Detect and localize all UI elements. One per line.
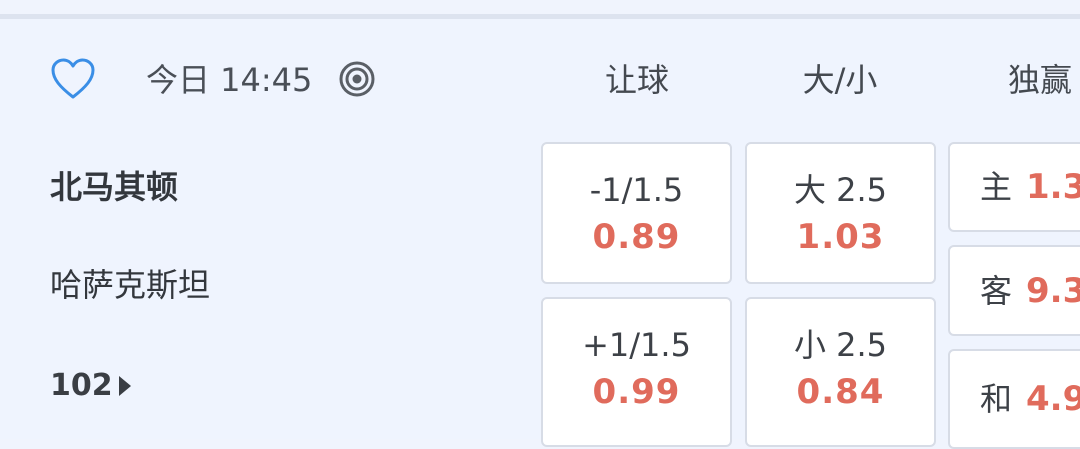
odds-value: 1.03 [796,217,885,257]
more-markets-count: 102 [50,368,113,403]
moneyline-label: 客 [980,271,1013,310]
home-team-name: 北马其顿 [50,168,179,206]
odds-value: 0.99 [592,372,681,412]
target-icon [338,60,376,98]
odds-value: 0.89 [592,217,681,257]
odds-button-moneyline-draw[interactable]: 和 4.9 [948,349,1080,449]
caret-right-icon [118,376,131,396]
odds-button-moneyline-home[interactable]: 主 1.3 [948,142,1080,232]
odds-value: 9.3 [1026,270,1080,311]
odds-value: 0.84 [796,372,885,412]
more-markets-button[interactable]: 102 [50,366,131,406]
column-header-over-under: 大/小 [802,61,878,99]
moneyline-label: 和 [980,380,1013,418]
odds-button-handicap-home[interactable]: -1/1.5 0.89 [541,142,732,284]
odds-button-over[interactable]: 大 2.5 1.03 [745,142,936,284]
column-header-moneyline: 独赢 [1008,61,1073,99]
away-team-name: 哈萨克斯坦 [50,266,211,304]
over-under-line: 小 2.5 [793,326,888,364]
moneyline-label: 主 [980,168,1013,206]
odds-value: 1.3 [1026,167,1080,207]
match-time: 今日 14:45 [146,61,313,99]
odds-value: 4.9 [1026,379,1080,419]
handicap-line: -1/1.5 [589,171,684,209]
column-header-handicap: 让球 [604,61,669,99]
heart-icon[interactable] [50,57,96,101]
over-under-line: 大 2.5 [793,171,888,209]
handicap-line: +1/1.5 [582,326,691,364]
odds-button-moneyline-away[interactable]: 客 9.3 [948,245,1080,336]
odds-button-under[interactable]: 小 2.5 0.84 [745,297,936,447]
odds-button-handicap-away[interactable]: +1/1.5 0.99 [541,297,732,447]
